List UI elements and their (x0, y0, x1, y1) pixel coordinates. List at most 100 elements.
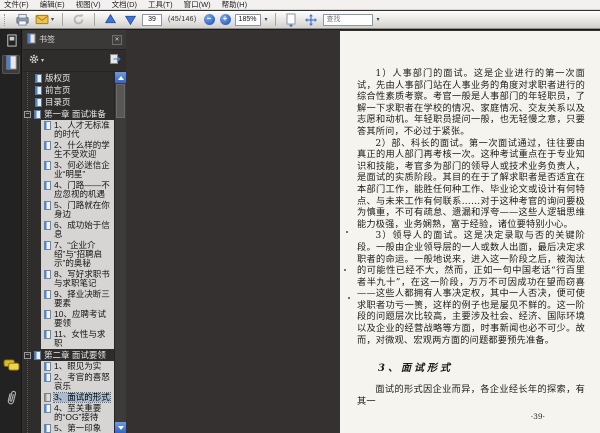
fit-window-icon (305, 13, 318, 26)
bookmark-item[interactable]: 2、什么样的学生不受欢迎 (41, 140, 114, 160)
menu-tools[interactable]: 工具(T) (148, 0, 173, 10)
previous-page-button[interactable] (102, 12, 119, 27)
bookmark-label: 目录页 (45, 97, 71, 107)
pdf-page: 1）人事部门的面试。这是企业进行的第一次面试，先由人事部门站在人事业务的角度对求… (340, 31, 600, 433)
bookmark-page-icon (34, 110, 41, 119)
close-panel-button[interactable]: ✕ (112, 34, 122, 45)
menu-bar: 文件(F) 编辑(E) 视图(V) 文档(D) 工具(T) 窗口(W) 帮助(H… (0, 0, 600, 10)
search-dropdown-icon[interactable]: ▾ (377, 16, 380, 23)
bookmark-label: 1、眼见为实 (54, 361, 102, 371)
toolbar-separator (62, 13, 64, 26)
bookmark-label: 5、第一印象 (54, 423, 102, 433)
pages-tab[interactable] (2, 33, 20, 52)
page-scroll-icon (285, 13, 297, 27)
attachments-tab[interactable] (2, 390, 20, 409)
menu-help[interactable]: 帮助(H) (222, 0, 247, 10)
bookmark-item[interactable]: 3、何必迷信企业“明星” (41, 160, 114, 180)
bookmark-page-icon (34, 351, 41, 360)
bookmark-item[interactable]: 2、考官的喜怒哀乐 (41, 372, 114, 392)
search-input[interactable] (322, 13, 373, 26)
bookmark-item[interactable]: 1、人才无标准的时代 (41, 120, 114, 140)
toolbar: ▾ (45/146) − + ▾ ▾ (0, 11, 600, 30)
previous-view-button[interactable] (70, 12, 87, 27)
bookmark-label: 9、择业决断三要素 (54, 289, 110, 308)
body-paragraph-1: 1）人事部门的面试。这是企业进行的第一次面试，先由人事部门站在人事业务的角度对求… (357, 68, 585, 137)
bookmark-item[interactable]: 5、门路就在你身边 (41, 200, 114, 220)
bookmarks-panel: 书签 ✕ ▾ 版权页 前言页 目录页 − 第一章 面试准备 1、人才无标准的时代… (23, 30, 127, 433)
bookmark-item-selected[interactable]: 3、面试的形式 (41, 392, 114, 403)
zoom-out-button[interactable]: − (203, 14, 215, 25)
sidebar-scrollbar[interactable] (114, 72, 127, 433)
zoom-dropdown-icon[interactable]: ▾ (265, 16, 268, 23)
email-icon (35, 14, 50, 25)
bookmarks-tab[interactable] (2, 55, 20, 74)
bookmark-page-icon (44, 424, 51, 433)
bookmark-label: 3、面试的形式 (53, 392, 111, 403)
next-page-button[interactable] (122, 12, 139, 27)
bookmark-item-chapter1[interactable]: − 第一章 面试准备 (23, 108, 114, 120)
bookmark-item[interactable]: 4、至关重要的“OG”接待 (41, 403, 114, 423)
bookmark-page-icon (44, 141, 51, 150)
bookmarks-panel-header: 书签 ✕ (23, 30, 126, 50)
bookmark-page-icon (44, 201, 51, 210)
bookmarks-panel-toolbar: ▾ (23, 50, 126, 72)
collapse-icon[interactable]: − (24, 352, 31, 359)
menu-window[interactable]: 窗口(W) (184, 0, 211, 10)
bookmark-page-icon (44, 221, 51, 230)
bookmark-item[interactable]: 版权页 (23, 72, 114, 84)
bookmark-item[interactable]: 6、成功始于信息 (41, 220, 114, 240)
body-paragraph-4: 面试的形式因企业而异，各企业经长年的探索，有其一 (357, 384, 585, 407)
bookmark-item[interactable]: 9、择业决断三要素 (41, 289, 114, 309)
print-icon (15, 13, 30, 26)
bookmark-small-icon (27, 31, 36, 49)
bookmarks-tab-icon (5, 55, 18, 75)
goto-bookmark-button[interactable] (109, 52, 121, 70)
bookmark-page-icon (35, 74, 42, 83)
bookmark-item[interactable]: 11、女性与求职 (41, 329, 114, 349)
menu-edit[interactable]: 编辑(E) (40, 0, 65, 10)
page-count-label: (45/146) (168, 16, 197, 23)
scrolling-mode-button[interactable] (283, 12, 300, 27)
email-dropdown-icon[interactable]: ▾ (51, 16, 54, 23)
comments-tab[interactable] (2, 358, 20, 377)
panel-title: 书签 (39, 35, 55, 44)
menu-document[interactable]: 文档(D) (112, 0, 137, 10)
collapse-icon[interactable]: − (24, 111, 31, 118)
bookmark-page-icon (44, 373, 51, 382)
bookmark-item[interactable]: 8、写好求职书与求职笔记 (41, 269, 114, 289)
zoom-in-button[interactable]: + (219, 14, 231, 25)
bookmark-item[interactable]: 目录页 (23, 96, 114, 108)
bookmark-item[interactable]: 7、“企业介绍”与“招聘启示”的奥秘 (41, 240, 114, 269)
bookmark-item[interactable]: 5、第一印象 (41, 423, 114, 433)
options-button[interactable]: ▾ (28, 52, 44, 70)
gear-icon (28, 52, 40, 70)
pages-tab-icon (5, 33, 18, 53)
print-button[interactable] (14, 12, 31, 27)
email-button[interactable]: ▾ (34, 12, 55, 27)
section-heading: 3、面试形式 (378, 363, 453, 375)
tree-connector-line (27, 72, 28, 433)
zoom-level-input[interactable] (234, 13, 261, 26)
fit-window-button[interactable] (303, 12, 320, 27)
previous-view-icon (72, 13, 85, 26)
bookmark-item[interactable]: 1、眼见为实 (41, 361, 114, 372)
document-canvas[interactable]: 1）人事部门的面试。这是企业进行的第一次面试，先由人事部门站在人事业务的角度对求… (126, 30, 600, 433)
bookmark-page-icon (35, 86, 42, 95)
scrollbar-thumb[interactable] (116, 84, 125, 118)
bookmark-item[interactable]: 10、应聘考试要领 (41, 309, 114, 329)
bookmark-label: 2、什么样的学生不受欢迎 (54, 140, 110, 159)
page-number-input[interactable] (142, 13, 163, 26)
menu-view[interactable]: 视图(V) (76, 0, 101, 10)
bookmark-label: 4、门路——不应忽视的机遇 (54, 180, 110, 199)
body-paragraph-3: 3）领导人的面试。这是决定录取与否的关键阶段。一般由企业领导层的一人或数人出面，… (357, 230, 585, 346)
bookmark-item[interactable]: 前言页 (23, 84, 114, 96)
bookmark-page-icon (44, 362, 51, 371)
menu-file[interactable]: 文件(F) (4, 0, 29, 10)
scan-speck (346, 231, 348, 233)
body-paragraph-2: 2）部、科长的面试。第一次面试通过，往往要由真正的用人部门再考核一次。这种考试重… (357, 137, 585, 230)
bookmark-label: 7、“企业介绍”与“招聘启示”的奥秘 (54, 240, 103, 268)
bookmark-label: 3、何必迷信企业“明星” (54, 160, 110, 179)
bookmark-page-icon (35, 98, 42, 107)
bookmark-item-chapter2[interactable]: − 第二章 面试要领 (23, 349, 114, 361)
bookmark-item[interactable]: 4、门路——不应忽视的机遇 (41, 180, 114, 200)
